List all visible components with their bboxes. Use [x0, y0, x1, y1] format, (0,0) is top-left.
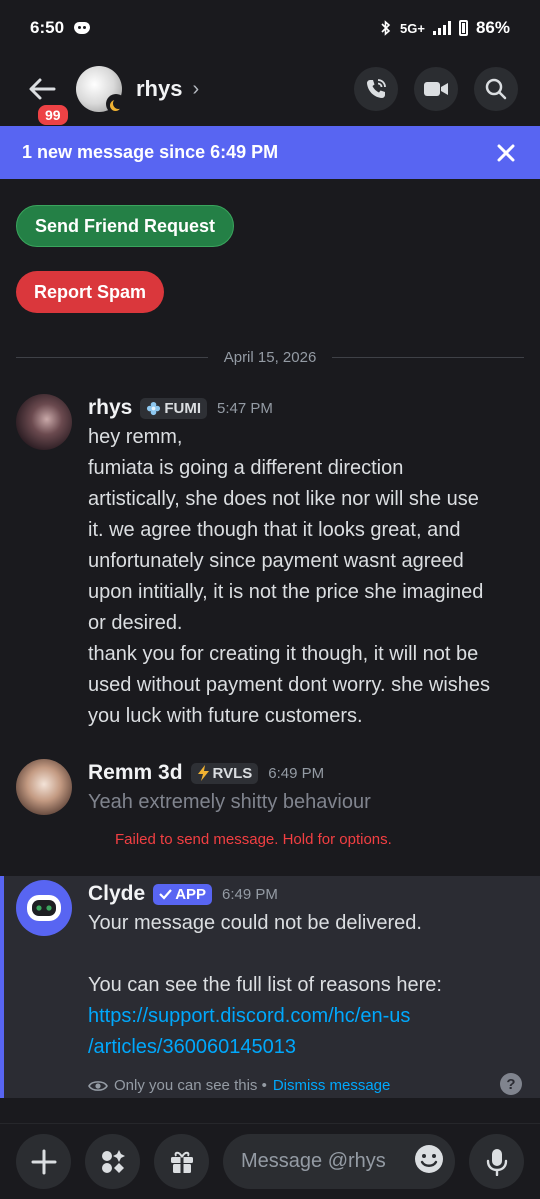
- message-content: Your message could not be delivered. You…: [88, 908, 524, 1063]
- gift-button[interactable]: [154, 1134, 209, 1189]
- eye-icon: [88, 1080, 108, 1091]
- chevron-right-icon[interactable]: ›: [192, 78, 199, 101]
- battery-icon: [458, 20, 468, 36]
- battery-percent: 86%: [475, 18, 510, 37]
- page-title[interactable]: rhys: [136, 76, 182, 102]
- voice-call-button[interactable]: [354, 67, 398, 111]
- ephemeral-notice: Only you can see this • Dismiss message: [88, 1077, 524, 1094]
- new-messages-text: 1 new message since 6:49 PM: [22, 142, 279, 162]
- message-content: hey remm, fumiata is going a different d…: [88, 426, 491, 727]
- apps-icon: [101, 1149, 125, 1173]
- avatar[interactable]: [16, 394, 72, 450]
- apps-button[interactable]: [85, 1134, 140, 1189]
- flower-icon: [147, 401, 161, 415]
- app-tag: APP: [153, 883, 213, 905]
- message-timestamp: 5:47 PM: [217, 399, 273, 417]
- video-call-button[interactable]: [414, 67, 458, 111]
- send-friend-request-button[interactable]: Send Friend Request: [16, 205, 235, 247]
- dismiss-message-link[interactable]: Dismiss message: [273, 1077, 391, 1094]
- checkmark-icon: [159, 889, 173, 900]
- avatar[interactable]: [16, 759, 72, 815]
- chat-header: 99 rhys ›: [0, 56, 540, 127]
- report-spam-button[interactable]: Report Spam: [16, 271, 165, 313]
- search-button[interactable]: [474, 67, 518, 111]
- message-content: Yeah extremely shitty behaviour: [88, 791, 371, 813]
- voice-message-button[interactable]: [469, 1134, 524, 1189]
- microphone-icon: [486, 1148, 507, 1176]
- search-icon: [485, 78, 507, 100]
- unread-badge: 99: [36, 103, 70, 127]
- divider-date: April 15, 2026: [223, 348, 317, 366]
- back-button[interactable]: 99: [22, 69, 70, 127]
- date-divider: April 15, 2026: [16, 346, 525, 368]
- bluetooth-icon: [381, 20, 391, 36]
- status-icons: 5G+ 86%: [380, 18, 510, 38]
- avatar[interactable]: [16, 880, 72, 936]
- lightning-icon: [197, 765, 209, 781]
- ephemeral-message[interactable]: Clyde APP 6:49 PM Your message could not…: [0, 876, 540, 1098]
- emoji-button[interactable]: [413, 1143, 445, 1181]
- close-icon[interactable]: [494, 141, 518, 165]
- status-time: 6:50: [30, 18, 65, 37]
- arrow-left-icon: [29, 78, 56, 100]
- guild-tag[interactable]: RVLS: [190, 762, 259, 784]
- support-link[interactable]: https://support.discord.com/hc/en-us /ar…: [88, 1001, 524, 1063]
- status-bar: 6:50 5G+ 86%: [0, 0, 540, 56]
- guild-tag[interactable]: FUMI: [140, 397, 208, 419]
- message-author[interactable]: Clyde: [88, 882, 145, 906]
- message-input[interactable]: Message @rhys: [223, 1134, 455, 1189]
- phone-icon: [367, 79, 386, 98]
- idle-status-icon: [106, 94, 126, 114]
- message-author[interactable]: Remm 3d: [88, 761, 183, 785]
- video-camera-icon: [424, 82, 448, 96]
- robot-icon: [27, 895, 61, 921]
- send-failed-notice[interactable]: Failed to send message. Hold for options…: [115, 831, 392, 848]
- gift-icon: [170, 1151, 193, 1173]
- network-type: 5G+: [400, 20, 425, 36]
- avatar[interactable]: [76, 66, 126, 114]
- discord-notification-icon: [74, 22, 91, 34]
- message-author[interactable]: rhys: [88, 396, 132, 420]
- message-input-placeholder: Message @rhys: [241, 1150, 386, 1172]
- plus-icon: [31, 1149, 56, 1174]
- signal-icon: [432, 21, 451, 35]
- add-attachment-button[interactable]: [16, 1134, 71, 1189]
- message-timestamp: 6:49 PM: [268, 764, 325, 782]
- new-messages-banner[interactable]: 1 new message since 6:49 PM: [0, 126, 540, 179]
- smiley-icon: [415, 1144, 443, 1173]
- message-composer: Message @rhys: [0, 1123, 540, 1199]
- message-timestamp: 6:49 PM: [222, 885, 278, 903]
- help-icon[interactable]: ?: [500, 1073, 522, 1095]
